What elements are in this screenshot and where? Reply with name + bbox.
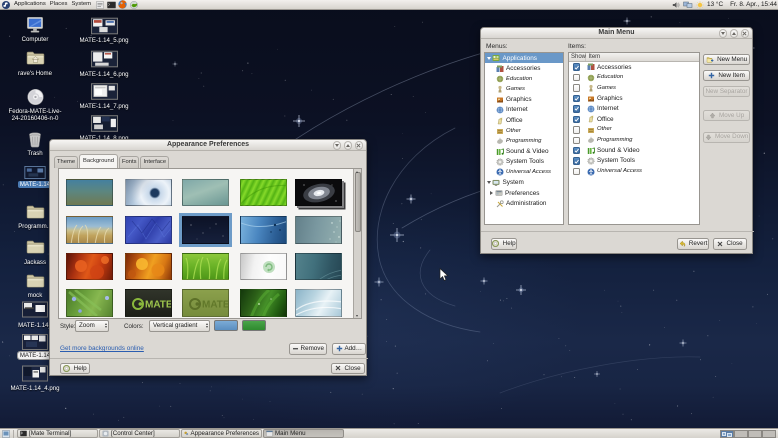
svg-text:MATE: MATE (202, 300, 229, 311)
svg-text:MATE: MATE (145, 300, 172, 311)
